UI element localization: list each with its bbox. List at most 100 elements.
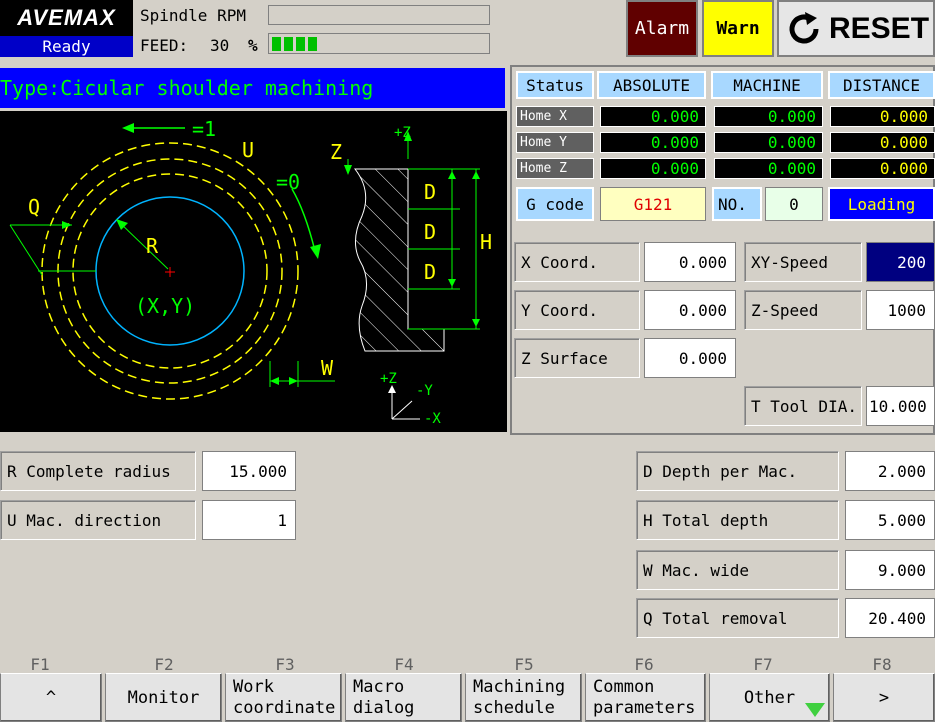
d3-label: D bbox=[424, 260, 436, 284]
plus-z-label: +Z bbox=[394, 125, 411, 141]
h-total-depth-label: H Total depth bbox=[636, 500, 839, 540]
f1-key-label: F1 bbox=[30, 655, 50, 674]
q-removal-input[interactable]: 20.400 bbox=[845, 598, 935, 638]
tool-dia-input[interactable]: 10.000 bbox=[866, 386, 935, 426]
alarm-button[interactable]: Alarm bbox=[626, 0, 698, 57]
z-surface-label: Z Surface bbox=[514, 338, 640, 378]
feed-bar-segment bbox=[308, 37, 317, 51]
h-total-depth-input[interactable]: 5.000 bbox=[845, 500, 935, 540]
f3-line1: Work bbox=[233, 676, 274, 697]
f5-machining-schedule-button[interactable]: Machining schedule bbox=[465, 673, 582, 722]
machine-z: 0.000 bbox=[714, 158, 823, 179]
spindle-rpm-label: Spindle RPM bbox=[140, 6, 246, 25]
f6-key-label: F6 bbox=[634, 655, 654, 674]
reset-icon bbox=[789, 11, 819, 43]
z-surface-input[interactable]: 0.000 bbox=[644, 338, 736, 378]
f5-line2: schedule bbox=[473, 697, 555, 718]
z-label: Z bbox=[330, 140, 342, 164]
feed-value: 30 bbox=[210, 36, 230, 55]
axis-y-label: -Y bbox=[416, 383, 433, 399]
distance-y: 0.000 bbox=[830, 132, 935, 153]
f3-work-coordinate-button[interactable]: Work coordinate bbox=[225, 673, 342, 722]
f4-line1: Macro bbox=[353, 676, 405, 697]
u-direction-input[interactable]: 1 bbox=[202, 500, 296, 540]
header-status: Status bbox=[516, 71, 594, 99]
f1-up-button[interactable]: ^ bbox=[0, 673, 102, 722]
d-depth-input[interactable]: 2.000 bbox=[845, 451, 935, 491]
xy-speed-label: XY-Speed bbox=[744, 242, 862, 282]
w-label: W bbox=[321, 356, 334, 380]
q-label: Q bbox=[28, 195, 40, 219]
f7-key-label: F7 bbox=[753, 655, 773, 674]
reset-button[interactable]: RESET bbox=[777, 0, 935, 57]
absolute-x: 0.000 bbox=[600, 106, 706, 127]
d-depth-label: D Depth per Mac. bbox=[636, 451, 839, 491]
feed-bar-segment bbox=[296, 37, 305, 51]
feed-label: FEED: bbox=[140, 36, 189, 55]
w-wide-label: W Mac. wide bbox=[636, 550, 839, 590]
spindle-rpm-bar bbox=[268, 5, 490, 25]
f8-button-label: > bbox=[878, 687, 890, 708]
f7-button-label: Other bbox=[743, 687, 796, 708]
xy-speed-input[interactable]: 200 bbox=[866, 242, 935, 282]
feed-unit: % bbox=[248, 36, 258, 55]
axis-x-label: -X bbox=[424, 411, 441, 427]
distance-x: 0.000 bbox=[830, 106, 935, 127]
axis-z-label: +Z bbox=[380, 371, 397, 387]
f2-key-label: F2 bbox=[154, 655, 174, 674]
feed-bar bbox=[268, 33, 490, 54]
f1-button-label: ^ bbox=[45, 687, 57, 708]
triangle-down-icon bbox=[805, 703, 825, 717]
f3-key-label: F3 bbox=[275, 655, 295, 674]
f4-macro-dialog-button[interactable]: Macro dialog bbox=[345, 673, 462, 722]
f3-line2: coordinate bbox=[233, 697, 336, 718]
f6-line1: Common bbox=[593, 676, 655, 697]
no-label: NO. bbox=[712, 187, 762, 221]
f6-line2: parameters bbox=[593, 697, 696, 718]
h-label: H bbox=[480, 230, 492, 254]
x-coord-input[interactable]: 0.000 bbox=[644, 242, 736, 282]
machining-diagram: =1 =0 U Q R (X,Y) W Z +Z D D D H +Z -Y -… bbox=[0, 111, 507, 432]
f4-key-label: F4 bbox=[394, 655, 414, 674]
d1-label: D bbox=[424, 180, 436, 204]
x-coord-label: X Coord. bbox=[514, 242, 640, 282]
loading-button[interactable]: Loading bbox=[828, 187, 935, 221]
f5-key-label: F5 bbox=[514, 655, 534, 674]
header-machine: MACHINE bbox=[711, 71, 823, 99]
no-value: 0 bbox=[765, 187, 823, 221]
y-coord-label: Y Coord. bbox=[514, 290, 640, 330]
r-radius-label: R Complete radius bbox=[0, 451, 196, 491]
dir0-label: =0 bbox=[276, 170, 300, 194]
feed-bar-segment bbox=[272, 37, 281, 51]
f8-next-button[interactable]: > bbox=[833, 673, 935, 722]
f6-common-parameters-button[interactable]: Common parameters bbox=[585, 673, 706, 722]
gcode-value: G121 bbox=[600, 187, 706, 221]
machine-y: 0.000 bbox=[714, 132, 823, 153]
center-label: (X,Y) bbox=[135, 294, 195, 318]
avemax-logo: AVEMAX bbox=[0, 0, 133, 36]
r-label: R bbox=[146, 234, 159, 258]
header-absolute: ABSOLUTE bbox=[597, 71, 706, 99]
d2-label: D bbox=[424, 220, 436, 244]
gcode-label: G code bbox=[516, 187, 594, 221]
row-label-home-y: Home Y bbox=[516, 132, 594, 153]
header-distance: DISTANCE bbox=[828, 71, 935, 99]
f8-key-label: F8 bbox=[872, 655, 892, 674]
machine-x: 0.000 bbox=[714, 106, 823, 127]
u-label: U bbox=[242, 138, 254, 162]
absolute-z: 0.000 bbox=[600, 158, 706, 179]
machine-status: Ready bbox=[0, 36, 133, 57]
u-direction-label: U Mac. direction bbox=[0, 500, 196, 540]
reset-label: RESET bbox=[829, 11, 930, 45]
machining-type-title: Type:Cicular shoulder machining bbox=[0, 68, 505, 108]
f2-monitor-button[interactable]: Monitor bbox=[105, 673, 222, 722]
row-label-home-x: Home X bbox=[516, 106, 594, 127]
feed-bar-segment bbox=[284, 37, 293, 51]
warn-button[interactable]: Warn bbox=[702, 0, 774, 57]
z-speed-input[interactable]: 1000 bbox=[866, 290, 935, 330]
r-radius-input[interactable]: 15.000 bbox=[202, 451, 296, 491]
f7-other-button[interactable]: Other bbox=[709, 673, 830, 722]
q-removal-label: Q Total removal bbox=[636, 598, 839, 638]
w-wide-input[interactable]: 9.000 bbox=[845, 550, 935, 590]
y-coord-input[interactable]: 0.000 bbox=[644, 290, 736, 330]
